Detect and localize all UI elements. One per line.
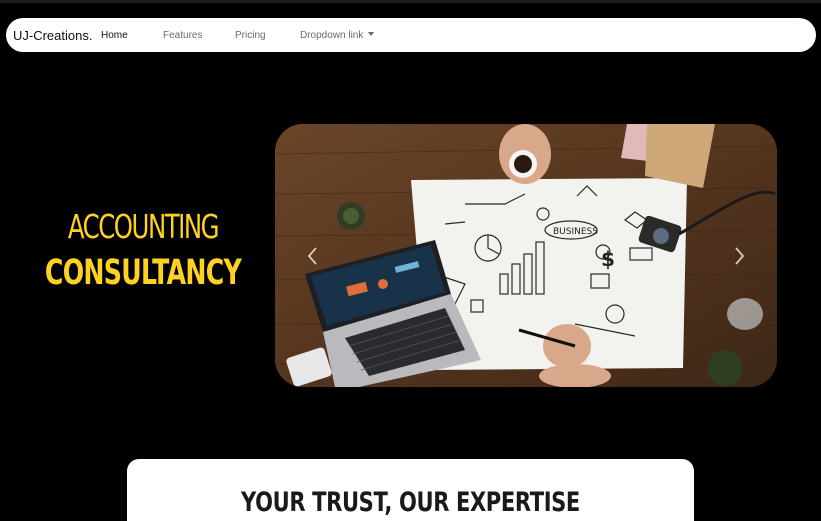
nav-link-features[interactable]: Features — [163, 30, 202, 41]
top-border — [0, 0, 821, 3]
hero-carousel[interactable]: BUSINESS $ — [275, 124, 777, 387]
nav-link-dropdown[interactable]: Dropdown link — [300, 30, 375, 41]
nav-link-pricing[interactable]: Pricing — [235, 30, 266, 41]
nav-link-home[interactable]: Home — [101, 30, 128, 41]
chevron-right-icon — [735, 247, 745, 265]
nav-dropdown-label: Dropdown link — [300, 30, 364, 41]
section-title: YOUR TRUST, OUR EXPERTISE — [241, 487, 580, 518]
chevron-left-icon — [307, 247, 317, 265]
sketch-business-label: BUSINESS — [553, 227, 598, 237]
expertise-card: YOUR TRUST, OUR EXPERTISE — [127, 459, 694, 521]
page: UJ-Creations. Home Features Pricing Drop… — [0, 0, 821, 521]
hero-title-line1: ACCOUNTING — [67, 207, 220, 246]
carousel-prev-button[interactable] — [301, 242, 325, 270]
carousel-next-button[interactable] — [727, 242, 751, 270]
navbar: UJ-Creations. Home Features Pricing Drop… — [6, 18, 816, 52]
caret-down-icon — [368, 32, 375, 36]
navbar-brand[interactable]: UJ-Creations. — [13, 28, 92, 43]
business-desk-photo: BUSINESS $ — [275, 124, 777, 387]
hero-title-line2: CONSULTANCY — [44, 253, 242, 293]
svg-text:$: $ — [601, 247, 615, 271]
